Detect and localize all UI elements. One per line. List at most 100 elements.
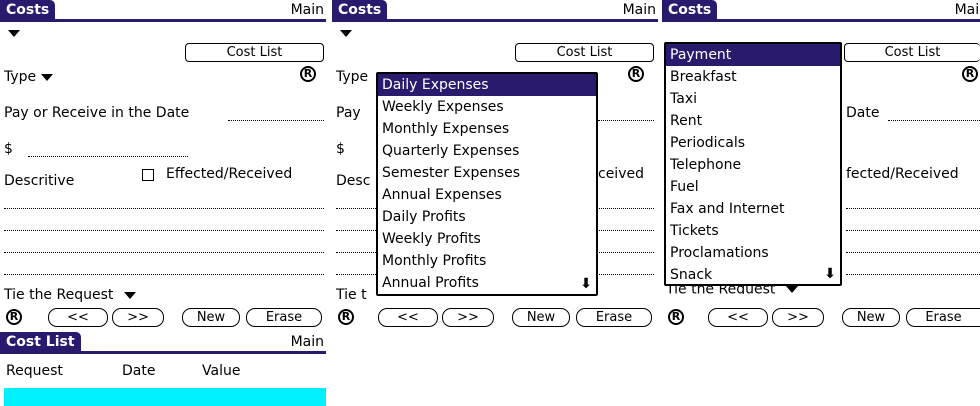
list-item[interactable]: Taxi	[666, 88, 840, 110]
list-item[interactable]: Fax and Internet	[666, 198, 840, 220]
description-line-4[interactable]	[846, 274, 980, 275]
payment-dropdown-list[interactable]: Payment Breakfast Taxi Rent Periodicals …	[664, 42, 842, 286]
descriptive-label-partial: Desc	[336, 173, 371, 189]
list-item[interactable]: Quarterly Expenses	[378, 140, 596, 162]
list-item[interactable]: Annual Expenses	[378, 184, 596, 206]
form-title: Costs	[332, 0, 388, 20]
cost-list-button[interactable]: Cost List	[844, 43, 980, 62]
effected-label-partial: fected/Received	[846, 166, 959, 182]
list-item[interactable]: Monthly Expenses	[378, 118, 596, 140]
date-field[interactable]	[888, 120, 980, 121]
r-circle-icon[interactable]: R	[628, 66, 644, 82]
costs-screen-1: Costs Main Cost List Type R Pay or Recei…	[0, 0, 326, 330]
prev-button[interactable]: <<	[708, 308, 768, 327]
description-line-4[interactable]	[4, 274, 324, 275]
form-title: Costs	[0, 0, 56, 20]
description-line-2[interactable]	[846, 230, 980, 231]
prev-button[interactable]: <<	[48, 308, 108, 327]
date-field[interactable]	[228, 120, 324, 121]
main-menu-label[interactable]: Main	[623, 0, 656, 20]
tie-dropdown-arrow-icon	[785, 286, 798, 293]
list-item[interactable]: Proclamations	[666, 242, 840, 264]
column-header-value: Value	[202, 363, 241, 379]
list-title: Cost List	[0, 332, 81, 352]
dollar-label: $	[4, 141, 13, 157]
next-button[interactable]: >>	[772, 308, 824, 327]
list-item[interactable]: Monthly Profits	[378, 250, 596, 272]
dollar-label: $	[336, 141, 345, 157]
r-circle-icon[interactable]: R	[962, 66, 978, 82]
type-dropdown-arrow-icon	[40, 73, 53, 81]
column-header-request: Request	[6, 363, 63, 379]
list-item[interactable]: Weekly Expenses	[378, 96, 596, 118]
tie-request-label: Tie the Request	[4, 287, 114, 303]
erase-button[interactable]: Erase	[246, 308, 322, 327]
category-dropdown-arrow-icon[interactable]	[340, 30, 352, 37]
tie-request-selector[interactable]: Tie the Request	[4, 286, 136, 304]
list-item[interactable]: Semester Expenses	[378, 162, 596, 184]
type-dropdown-list[interactable]: Daily Expenses Weekly Expenses Monthly E…	[376, 72, 598, 296]
cost-list-button[interactable]: Cost List	[185, 43, 324, 62]
new-button[interactable]: New	[182, 308, 240, 327]
list-item[interactable]: Daily Expenses	[378, 74, 596, 96]
effected-checkbox[interactable]	[142, 169, 154, 181]
next-button[interactable]: >>	[442, 308, 494, 327]
r-circle-icon[interactable]: R	[338, 309, 354, 325]
list-item[interactable]: Payment	[666, 44, 840, 66]
list-item[interactable]: Weekly Profits	[378, 228, 596, 250]
column-header-date: Date	[122, 363, 156, 379]
effected-label-partial: ceived	[598, 166, 644, 182]
list-item[interactable]: Daily Profits	[378, 206, 596, 228]
erase-button[interactable]: Erase	[906, 308, 980, 327]
list-item[interactable]: Fuel	[666, 176, 840, 198]
list-item[interactable]: Periodicals	[666, 132, 840, 154]
description-line-2[interactable]	[4, 230, 324, 231]
costs-screen-3: Costs Main Cost List R Date fected/Recei…	[662, 0, 980, 330]
new-button[interactable]: New	[512, 308, 570, 327]
form-title: Costs	[662, 0, 718, 20]
title-bar: Costs Main	[0, 0, 326, 22]
r-circle-icon[interactable]: R	[6, 309, 22, 325]
table-row[interactable]	[4, 388, 326, 406]
costs-screen-2: Costs Main Cost List Type R Pay $ Desc c…	[332, 0, 658, 330]
main-menu-label[interactable]: Main	[291, 332, 324, 352]
list-item[interactable]: Annual Profits	[378, 272, 596, 294]
main-menu-label[interactable]: Main	[955, 0, 980, 20]
description-line-3[interactable]	[846, 252, 980, 253]
category-dropdown-arrow-icon[interactable]	[8, 30, 20, 37]
list-item[interactable]: Snack	[666, 264, 840, 286]
type-label-partial: Type	[336, 69, 369, 85]
title-bar: Costs Main	[662, 0, 980, 22]
cost-list-button[interactable]: Cost List	[515, 43, 654, 62]
list-item[interactable]: Tickets	[666, 220, 840, 242]
effected-label: Effected/Received	[166, 166, 293, 182]
title-bar: Cost List Main	[0, 332, 326, 354]
list-item[interactable]: Rent	[666, 110, 840, 132]
tie-dropdown-arrow-icon	[123, 291, 136, 299]
pay-label-partial: Pay	[336, 105, 361, 121]
description-line-1[interactable]	[846, 208, 980, 209]
scroll-down-arrow-icon[interactable]: ⬇	[824, 266, 836, 282]
list-item[interactable]: Telephone	[666, 154, 840, 176]
descriptive-label: Descritive	[4, 173, 75, 189]
date-label: Pay or Receive in the Date	[4, 105, 190, 121]
date-label-partial: Date	[846, 105, 880, 121]
new-button[interactable]: New	[842, 308, 900, 327]
tie-label-partial: Tie t	[336, 287, 367, 303]
r-circle-icon[interactable]: R	[668, 309, 684, 325]
r-circle-icon[interactable]: R	[300, 66, 316, 82]
type-selector[interactable]: Type	[4, 68, 53, 86]
title-bar: Costs Main	[332, 0, 658, 22]
erase-button[interactable]: Erase	[576, 308, 652, 327]
next-button[interactable]: >>	[112, 308, 164, 327]
type-label: Type	[4, 69, 37, 85]
description-line-3[interactable]	[4, 252, 324, 253]
tie-label-partial: Tie the Request	[666, 286, 798, 294]
prev-button[interactable]: <<	[378, 308, 438, 327]
scroll-down-arrow-icon[interactable]: ⬇	[580, 276, 592, 292]
main-menu-label[interactable]: Main	[291, 0, 324, 20]
date-field[interactable]	[598, 120, 654, 121]
amount-field[interactable]	[28, 156, 188, 157]
list-item[interactable]: Breakfast	[666, 66, 840, 88]
description-line-1[interactable]	[4, 208, 324, 209]
